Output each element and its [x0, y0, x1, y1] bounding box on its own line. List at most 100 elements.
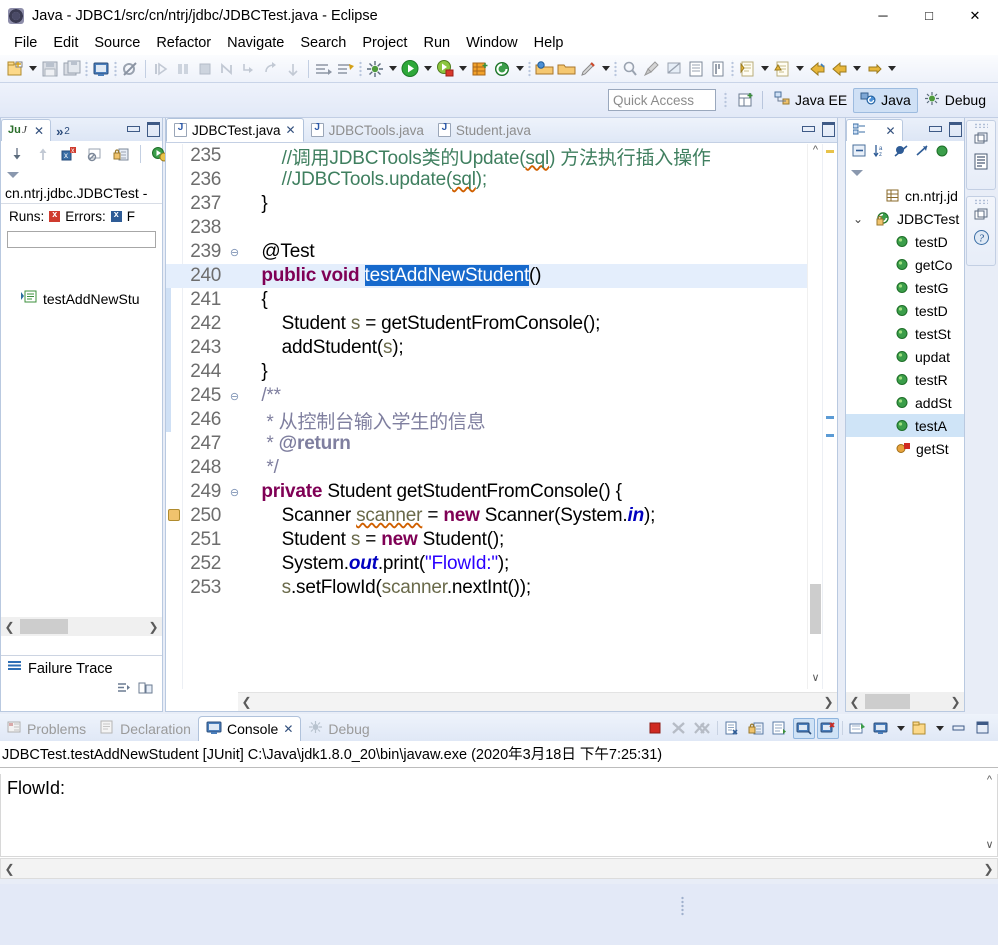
editor-maximize-icon[interactable] [821, 121, 835, 137]
hide-nonpublic-icon[interactable] [936, 144, 950, 163]
clear-console-icon[interactable] [721, 718, 743, 739]
warning-marker-icon[interactable] [168, 509, 180, 521]
outline-item-updat[interactable]: updat [846, 345, 964, 368]
next-annotation-icon[interactable] [313, 58, 335, 80]
fold-collapse-icon[interactable]: ⊖ [228, 246, 241, 259]
toolbar-grip-2[interactable] [112, 59, 119, 78]
debug-dropdown[interactable] [386, 58, 399, 80]
step-into-icon[interactable] [238, 58, 260, 80]
console-hscroll-right-icon[interactable]: ❯ [980, 862, 997, 876]
new-wizard-dropdown[interactable] [26, 58, 39, 80]
outline-scroll-left-icon[interactable]: ❮ [846, 695, 863, 709]
outline-minimize-icon[interactable] [928, 121, 942, 134]
perspective-grip[interactable] [722, 91, 730, 109]
clean-icon[interactable] [641, 58, 663, 80]
tab-console-close-icon[interactable]: ✕ [283, 722, 293, 736]
console-maximize-icon[interactable] [972, 718, 994, 739]
menu-source[interactable]: Source [86, 33, 148, 53]
show-failures-only-icon[interactable]: xx [58, 143, 80, 165]
code-line[interactable]: 237 } [166, 192, 820, 216]
menu-project[interactable]: Project [354, 33, 415, 53]
outline-item-testst[interactable]: testSt [846, 322, 964, 345]
resume-icon[interactable] [150, 58, 172, 80]
menu-search[interactable]: Search [292, 33, 354, 53]
code-line[interactable]: 243 addStudent(s); [166, 336, 820, 360]
new-class-icon[interactable] [491, 58, 513, 80]
outline-tree[interactable]: cn.ntrj.jd ⌄ JDBCTest testD getCo testG testD t… [846, 184, 964, 692]
run-dropdown[interactable] [421, 58, 434, 80]
code-line[interactable]: 236 //JDBCTools.update(sql); [166, 168, 820, 192]
code-line[interactable]: 238 [166, 216, 820, 240]
editor-scroll-up-icon[interactable]: ^ [808, 144, 823, 162]
code-line[interactable]: 251 Student s = new Student(); [166, 528, 820, 552]
tab-problems[interactable]: Problems [0, 716, 93, 741]
back-icon[interactable] [806, 58, 828, 80]
outline-scroll-thumb[interactable] [865, 694, 910, 709]
console-horizontal-scrollbar[interactable]: ❮ ❯ [0, 858, 998, 879]
console-scroll-down-icon[interactable]: ∨ [982, 838, 997, 856]
open-resource-icon[interactable] [555, 58, 577, 80]
console-output[interactable]: FlowId: ^ ∨ [0, 774, 998, 857]
remove-all-terminated-icon[interactable] [692, 718, 714, 739]
skip-breakpoints-icon[interactable] [119, 58, 141, 80]
tab-declaration[interactable]: Declaration [93, 716, 198, 741]
outline-tab-close-icon[interactable]: ✕ [886, 124, 896, 138]
next-edit-location-icon[interactable] [736, 58, 758, 80]
run-icon[interactable] [399, 58, 421, 80]
pin-editor-icon[interactable] [663, 58, 685, 80]
new-wizard-icon[interactable] [4, 58, 26, 80]
back-arrow-icon[interactable] [828, 58, 850, 80]
lock-history-icon[interactable] [110, 143, 132, 165]
outline-item-cn.ntrj.jd[interactable]: cn.ntrj.jd [846, 184, 964, 207]
code-line[interactable]: 246 * 从控制台输入学生的信息 [166, 408, 820, 433]
console-vertical-scrollbar[interactable]: ^ ∨ [982, 774, 997, 856]
maximize-button[interactable]: □ [906, 0, 952, 31]
save-icon[interactable] [39, 58, 61, 80]
minimize-button[interactable]: ─ [860, 0, 906, 31]
tab-outline[interactable]: O ✕ [846, 119, 903, 141]
search-icon[interactable] [619, 58, 641, 80]
editor-hscroll-right-icon[interactable]: ❯ [820, 695, 837, 709]
tab-console[interactable]: Console ✕ [197, 716, 302, 741]
tab-jdbctest-java[interactable]: JDBCTest.java ✕ [166, 118, 304, 142]
editor-overview-ruler[interactable] [822, 144, 837, 689]
code-line[interactable]: 249 ⊖ private Student getStudentFromConso… [166, 480, 820, 504]
compare-result-icon[interactable] [138, 681, 154, 700]
run-last-tool-icon[interactable] [577, 58, 599, 80]
menu-navigate[interactable]: Navigate [219, 33, 292, 53]
editor-scroll-thumb[interactable] [810, 584, 821, 634]
hide-fields-icon[interactable] [894, 144, 909, 163]
terminate-icon[interactable] [194, 58, 216, 80]
menu-file[interactable]: File [6, 33, 45, 53]
junit-horizontal-scrollbar[interactable]: ❮ ❯ [1, 617, 162, 636]
code-line[interactable]: 247 * @return [166, 432, 820, 456]
terminate-icon[interactable] [644, 718, 666, 739]
code-line[interactable]: 239 ⊖ @Test [166, 240, 820, 264]
hide-static-icon[interactable] [915, 144, 930, 163]
back-dropdown[interactable] [850, 58, 863, 80]
junit-view-menu[interactable] [1, 166, 162, 183]
new-console-view-dropdown[interactable] [933, 717, 946, 739]
menu-window[interactable]: Window [458, 33, 526, 53]
overview-occurrence-marker-1[interactable] [826, 416, 834, 419]
menu-run[interactable]: Run [415, 33, 458, 53]
pin-console-icon[interactable] [817, 717, 839, 739]
outline-item-testr[interactable]: testR [846, 368, 964, 391]
menu-refactor[interactable]: Refactor [148, 33, 219, 53]
code-line[interactable]: 235 //调用JDBCTools类的Update(sql) 方法执行插入操作 [166, 144, 820, 169]
show-whitespace-icon[interactable] [707, 58, 729, 80]
step-return-icon[interactable] [282, 58, 304, 80]
toolbar-grip-3[interactable] [357, 59, 364, 78]
junit-maximize-icon[interactable] [146, 121, 160, 137]
overview-warning-marker[interactable] [826, 150, 834, 153]
junit-tab-close[interactable]: ✕ [34, 124, 44, 138]
debug-run-icon[interactable] [364, 58, 386, 80]
close-button[interactable]: ✕ [952, 0, 998, 31]
next-failure-icon[interactable] [6, 143, 28, 165]
editor-hscroll-left-icon[interactable]: ❮ [238, 695, 255, 709]
last-edit-location-icon[interactable] [771, 58, 793, 80]
new-java-project-icon[interactable] [469, 58, 491, 80]
forward-dropdown[interactable] [885, 58, 898, 80]
suspend-icon[interactable] [172, 58, 194, 80]
toolbar-grip[interactable] [83, 59, 90, 78]
